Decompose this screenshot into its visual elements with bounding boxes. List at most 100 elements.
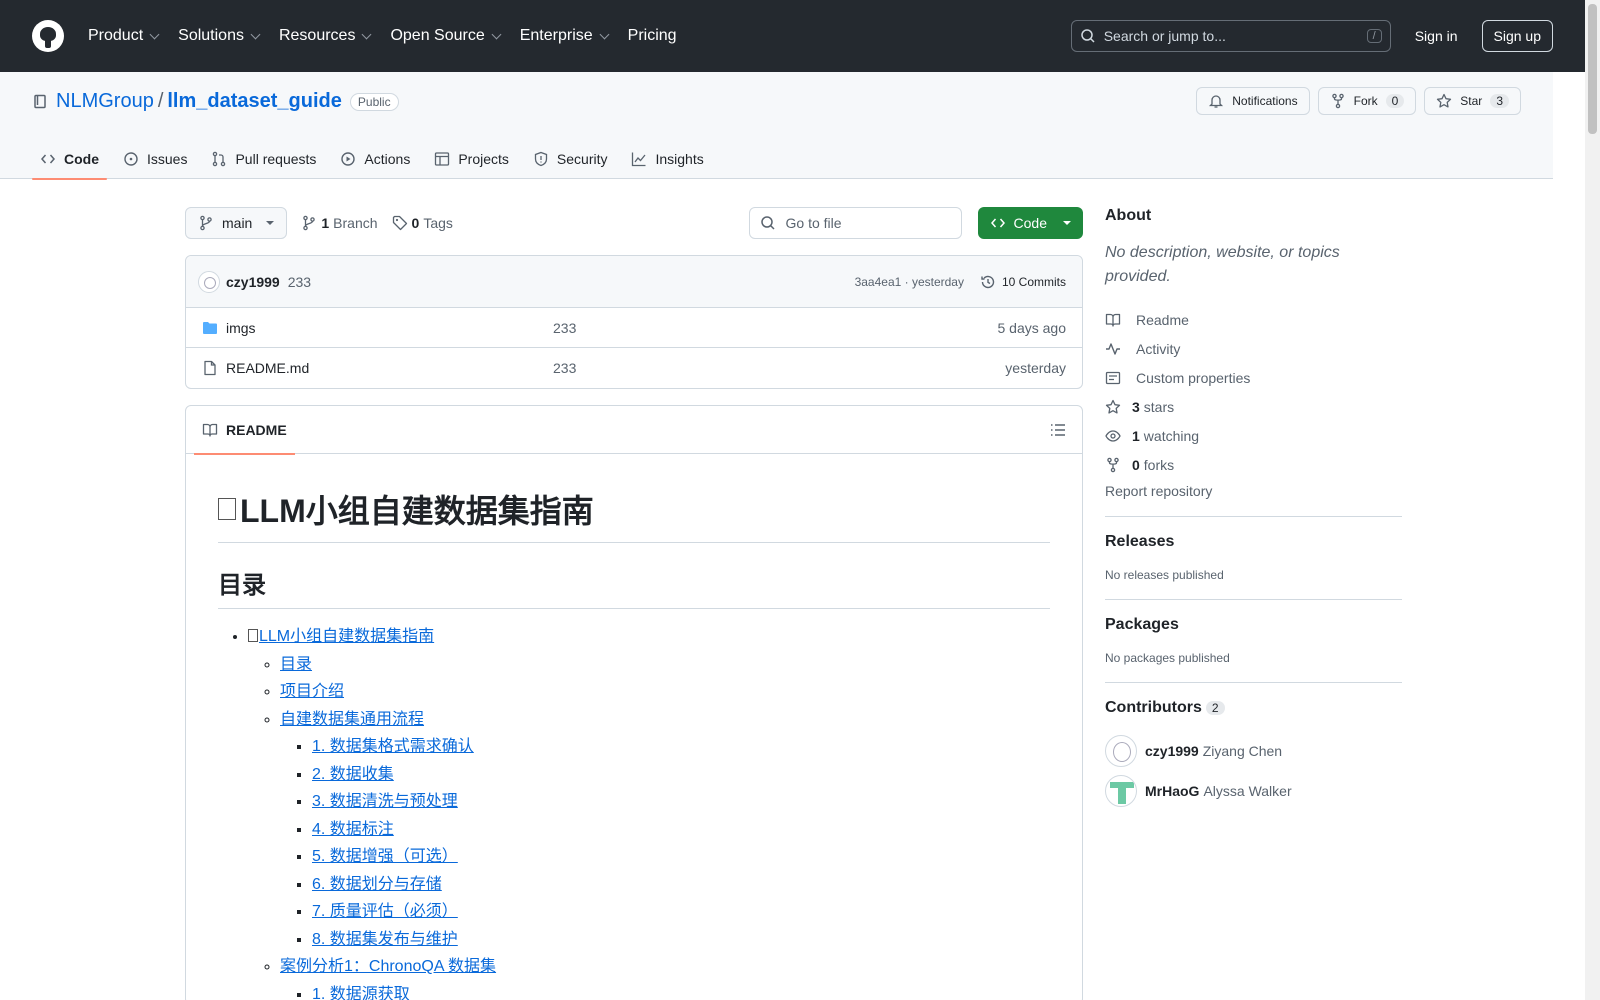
list-item: 项目介绍: [280, 680, 1050, 704]
watching-link[interactable]: 1 watching: [1105, 421, 1402, 450]
toc-link[interactable]: 案例分析1：ChronoQA 数据集: [280, 958, 496, 975]
readme-tab[interactable]: README: [194, 406, 295, 455]
list-item: 4. 数据标注: [312, 818, 1050, 842]
contributor-item[interactable]: czy1999 Ziyang Chen: [1105, 735, 1402, 767]
tab-actions[interactable]: Actions: [332, 138, 418, 179]
avatar[interactable]: [198, 270, 220, 293]
activity-link[interactable]: Activity: [1105, 334, 1402, 363]
tab-issues[interactable]: Issues: [115, 138, 195, 179]
tab-label: Code: [64, 150, 99, 167]
nav-product[interactable]: Product: [88, 27, 160, 45]
fork-count: 0: [1385, 94, 1405, 108]
commits-link[interactable]: 10 Commits: [980, 274, 1066, 290]
file-icon: [204, 360, 216, 376]
contributor-item[interactable]: MrHaoG Alyssa Walker: [1105, 775, 1402, 807]
list-item: LLM小组自建数据集指南 目录 项目介绍 自建数据集通用流程 1. 数据集格式需…: [248, 625, 1050, 1000]
list-outline-icon[interactable]: [1050, 422, 1066, 438]
branches-link[interactable]: 1 Branch: [301, 215, 378, 231]
toc-link[interactable]: 4. 数据标注: [312, 821, 394, 838]
search-placeholder: Search or jump to...: [1103, 28, 1226, 44]
star-button[interactable]: Star 3: [1424, 87, 1521, 115]
about-sidebar: About No description, website, or topics…: [1105, 207, 1402, 807]
table-icon: [435, 151, 450, 166]
contributor-login[interactable]: czy1999: [1145, 743, 1199, 759]
sign-up-button[interactable]: Sign up: [1481, 20, 1553, 52]
toc-link[interactable]: 2. 数据收集: [312, 766, 394, 783]
forks-link[interactable]: 0 forks: [1105, 450, 1402, 479]
sign-in-link[interactable]: Sign in: [1415, 28, 1458, 44]
toc-link[interactable]: 8. 数据集发布与维护: [312, 931, 458, 948]
go-to-file-input[interactable]: Go to file: [748, 207, 962, 239]
contributors-title[interactable]: Contributors: [1105, 699, 1202, 716]
stars-link[interactable]: 3 stars: [1105, 392, 1402, 421]
github-logo-icon[interactable]: [32, 20, 64, 52]
avatar[interactable]: [1105, 775, 1137, 807]
nav-solutions[interactable]: Solutions: [178, 27, 261, 45]
toc-link[interactable]: 5. 数据增强（可选）: [312, 848, 458, 865]
toc-link[interactable]: 6. 数据划分与存储: [312, 876, 442, 893]
toc-link[interactable]: 目录: [280, 656, 312, 673]
avatar[interactable]: [1105, 735, 1137, 767]
readme-link[interactable]: Readme: [1105, 305, 1402, 334]
toc-link-text: LLM小组自建数据集指南: [259, 628, 435, 645]
contributor-login[interactable]: MrHaoG: [1145, 783, 1199, 799]
repo-owner-link[interactable]: NLMGroup: [56, 90, 154, 113]
item-count: 3: [1132, 398, 1140, 415]
item-label: stars: [1143, 398, 1175, 415]
tab-insights[interactable]: Insights: [623, 138, 711, 179]
bell-icon: [1209, 95, 1224, 108]
branch-selector[interactable]: main: [185, 207, 288, 239]
file-name-link[interactable]: README.md: [226, 360, 553, 376]
item-label: forks: [1143, 456, 1175, 473]
file-name-link[interactable]: imgs: [226, 320, 553, 336]
global-header: Product Solutions Resources Open Source …: [0, 0, 1585, 72]
toc-link[interactable]: 1. 数据集格式需求确认: [312, 738, 474, 755]
missing-glyph-icon: [248, 629, 258, 642]
repo-name-link[interactable]: llm_dataset_guide: [167, 90, 342, 113]
toc-link[interactable]: 3. 数据清洗与预处理: [312, 793, 458, 810]
code-dropdown-button[interactable]: Code: [977, 207, 1083, 239]
star-icon: [1437, 93, 1452, 108]
tab-pull-requests[interactable]: Pull requests: [203, 138, 324, 179]
toc-link[interactable]: 1. 数据源获取: [312, 986, 410, 1000]
repo-icon: [34, 94, 46, 108]
tab-projects[interactable]: Projects: [426, 138, 517, 179]
table-row[interactable]: imgs 233 5 days ago: [186, 308, 1082, 348]
caret-down-icon: [1063, 221, 1071, 225]
commit-sha-time[interactable]: 3aa4ea1 · yesterday: [855, 275, 964, 289]
tab-security[interactable]: Security: [525, 138, 616, 179]
releases-title[interactable]: Releases: [1105, 533, 1402, 551]
toc-link[interactable]: LLM小组自建数据集指南: [248, 628, 434, 645]
item-label: Readme: [1136, 311, 1189, 328]
fork-button[interactable]: Fork 0: [1317, 87, 1417, 115]
toc-link[interactable]: 自建数据集通用流程: [280, 711, 424, 728]
toc-link[interactable]: 项目介绍: [280, 683, 344, 700]
scrollbar-thumb[interactable]: [1588, 4, 1597, 134]
fork-label: Fork: [1353, 94, 1378, 108]
book-icon: [202, 423, 218, 437]
nav-label: Resources: [278, 27, 356, 44]
packages-title[interactable]: Packages: [1105, 616, 1402, 634]
notifications-button[interactable]: Notifications: [1196, 87, 1310, 115]
caret-down-icon: [266, 221, 275, 225]
page-scrollbar[interactable]: [1585, 0, 1600, 1000]
custom-properties-link[interactable]: Custom properties: [1105, 363, 1402, 392]
global-search-input[interactable]: Search or jump to... /: [1070, 20, 1391, 52]
nav-open-source[interactable]: Open Source: [390, 27, 502, 45]
file-commit-message[interactable]: 233: [553, 320, 576, 336]
commit-message-link[interactable]: 233: [288, 274, 311, 290]
nav-enterprise[interactable]: Enterprise: [520, 27, 610, 45]
toc-link[interactable]: 7. 质量评估（必须）: [312, 903, 458, 920]
table-row[interactable]: README.md 233 yesterday: [186, 348, 1082, 388]
nav-resources[interactable]: Resources: [278, 27, 372, 45]
report-repository-link[interactable]: Report repository: [1105, 483, 1402, 499]
tags-link[interactable]: 0 Tags: [392, 215, 453, 231]
commit-author-link[interactable]: czy1999: [226, 274, 280, 290]
contributors-header: Contributors 2: [1105, 699, 1402, 717]
file-commit-message[interactable]: 233: [553, 360, 576, 376]
nav-pricing[interactable]: Pricing: [628, 27, 677, 45]
table-of-contents: LLM小组自建数据集指南 目录 项目介绍 自建数据集通用流程 1. 数据集格式需…: [218, 625, 1050, 1000]
repo-title: NLMGroup / llm_dataset_guide Public: [32, 90, 399, 113]
tab-code[interactable]: Code: [32, 138, 107, 180]
shield-icon: [534, 151, 548, 166]
